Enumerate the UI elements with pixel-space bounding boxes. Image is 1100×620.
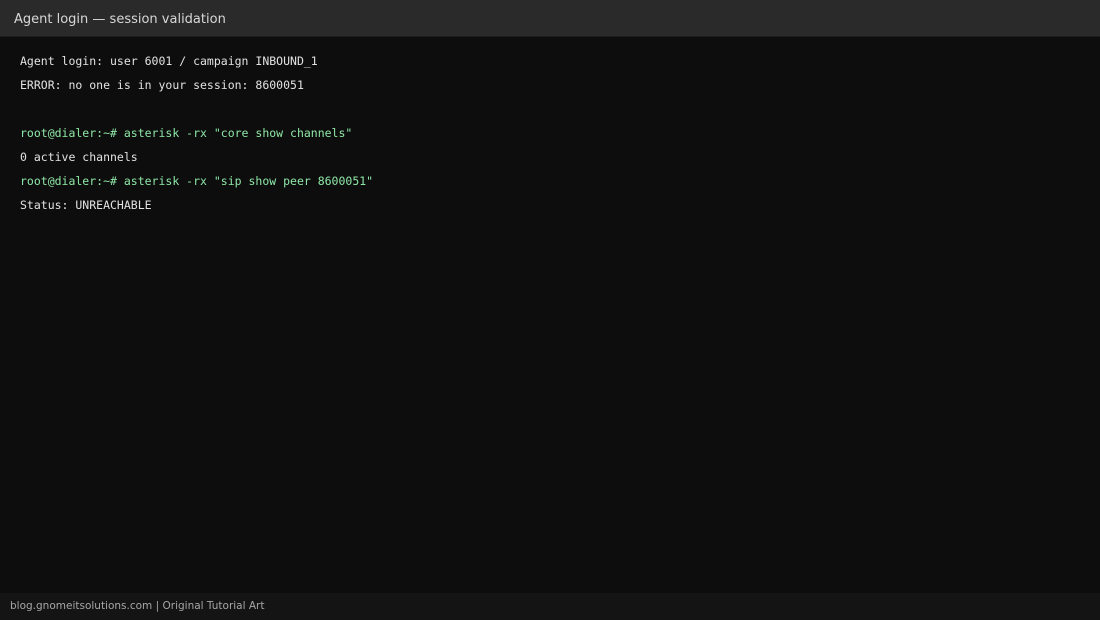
terminal-window: Agent login — session validation Agent l… [0, 0, 1100, 620]
terminal-line-agent-login: Agent login: user 6001 / campaign INBOUN… [20, 54, 318, 68]
terminal-command-core-show-channels: root@dialer:~# asterisk -rx "core show c… [20, 126, 353, 140]
footer-bar: blog.gnomeitsolutions.com | Original Tut… [0, 593, 1100, 620]
terminal-output[interactable]: Agent login: user 6001 / campaign INBOUN… [20, 49, 1080, 217]
terminal-line-session-error: ERROR: no one is in your session: 860005… [20, 78, 304, 92]
terminal-command-sip-show-peer: root@dialer:~# asterisk -rx "sip show pe… [20, 174, 374, 188]
terminal-line-peer-status: Status: UNREACHABLE [20, 198, 152, 212]
window-title: Agent login — session validation [14, 12, 226, 27]
title-bar: Agent login — session validation [0, 0, 1100, 37]
footer-credit: blog.gnomeitsolutions.com | Original Tut… [10, 600, 265, 612]
terminal-line-active-channels: 0 active channels [20, 150, 138, 164]
